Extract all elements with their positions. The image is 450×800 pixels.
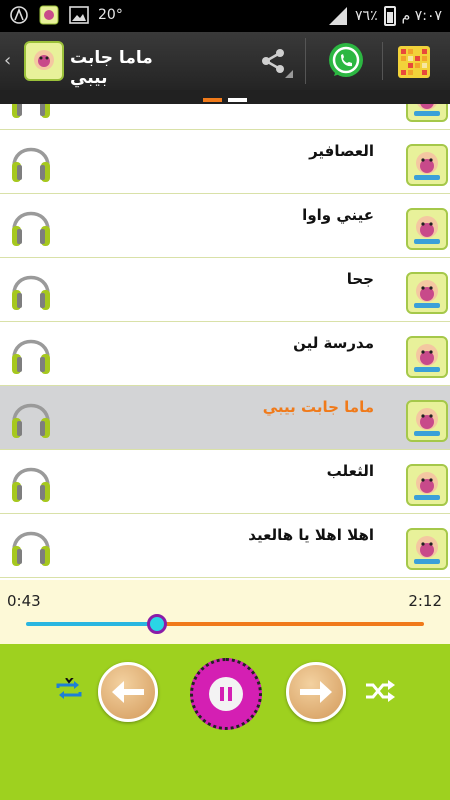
song-list[interactable]: العصافير عيني واوا جحا مدرسة لين ماما جا… — [0, 104, 450, 580]
share-button[interactable] — [240, 38, 306, 84]
song-thumbnail — [406, 400, 448, 442]
battery-percent: ٧٦٪ — [355, 8, 378, 24]
temperature: 20° — [98, 7, 123, 23]
repeat-icon[interactable] — [54, 678, 84, 702]
signal-icon — [327, 5, 349, 27]
list-item[interactable]: الثعلب — [0, 450, 450, 514]
status-bar: 20° ٧٦٪ ٧:٠٧ م — [0, 0, 450, 32]
list-item-selected[interactable]: ماما جابت بيبي — [0, 386, 450, 450]
headphone-icon[interactable] — [8, 104, 54, 122]
whatsapp-icon — [329, 43, 363, 77]
seek-bar-remaining — [157, 622, 424, 626]
song-thumbnail — [406, 104, 448, 122]
song-title: ماما جابت بيبي — [262, 398, 374, 416]
action-bar: ‹ ماما جابت بيبي — [0, 32, 450, 90]
song-title: مدرسة لين — [293, 334, 374, 352]
app-notification-icon — [38, 4, 60, 26]
next-button[interactable] — [286, 662, 346, 722]
page-title: ماما جابت بيبي — [70, 48, 153, 88]
headphone-icon[interactable] — [8, 522, 54, 570]
shuffle-icon[interactable] — [364, 678, 396, 704]
list-item[interactable]: مدرسة لين — [0, 322, 450, 386]
list-item[interactable] — [0, 104, 450, 130]
seek-thumb[interactable] — [147, 614, 167, 634]
song-thumbnail — [406, 464, 448, 506]
tab-strip — [0, 90, 450, 104]
song-title: الثعلب — [326, 462, 374, 480]
next-icon — [300, 681, 332, 703]
previous-icon — [112, 681, 144, 703]
elapsed-time: 0:43 — [7, 592, 41, 610]
divider — [382, 42, 383, 80]
status-a-icon — [8, 4, 30, 26]
headphone-icon[interactable] — [8, 330, 54, 378]
song-title: جحا — [346, 270, 374, 288]
song-title: عيني واوا — [302, 206, 374, 224]
song-thumbnail — [406, 144, 448, 186]
pause-button[interactable] — [190, 658, 262, 730]
tab-indicator-1[interactable] — [203, 98, 222, 102]
song-thumbnail — [406, 528, 448, 570]
total-duration: 2:12 — [408, 592, 442, 610]
app-logo-icon[interactable] — [24, 41, 64, 81]
headphone-icon[interactable] — [8, 138, 54, 186]
headphone-icon[interactable] — [8, 202, 54, 250]
clock: ٧:٠٧ م — [401, 8, 442, 24]
song-thumbnail — [406, 208, 448, 250]
tab-indicator-2[interactable] — [228, 98, 247, 102]
image-icon — [68, 4, 90, 26]
battery-icon — [383, 6, 396, 26]
list-item[interactable]: جحا — [0, 258, 450, 322]
list-item[interactable]: العصافير — [0, 130, 450, 194]
list-item[interactable]: عيني واوا — [0, 194, 450, 258]
song-title: اهلا اهلا يا هالعيد — [248, 526, 374, 544]
back-chevron-icon[interactable]: ‹ — [4, 50, 11, 71]
list-item[interactable]: اهلا اهلا يا هالعيد — [0, 514, 450, 578]
seek-bar[interactable] — [26, 614, 424, 634]
headphone-icon[interactable] — [8, 394, 54, 442]
song-thumbnail — [406, 336, 448, 378]
song-thumbnail — [406, 272, 448, 314]
player-seek-area: 0:43 2:12 — [0, 580, 450, 644]
player-controls — [0, 644, 450, 800]
more-apps-icon[interactable] — [398, 46, 430, 78]
headphone-icon[interactable] — [8, 266, 54, 314]
pause-icon — [220, 687, 232, 701]
whatsapp-button[interactable] — [318, 38, 374, 84]
headphone-icon[interactable] — [8, 458, 54, 506]
seek-bar-played — [26, 622, 157, 626]
song-title: العصافير — [309, 142, 374, 160]
previous-button[interactable] — [98, 662, 158, 722]
share-icon — [261, 49, 284, 73]
